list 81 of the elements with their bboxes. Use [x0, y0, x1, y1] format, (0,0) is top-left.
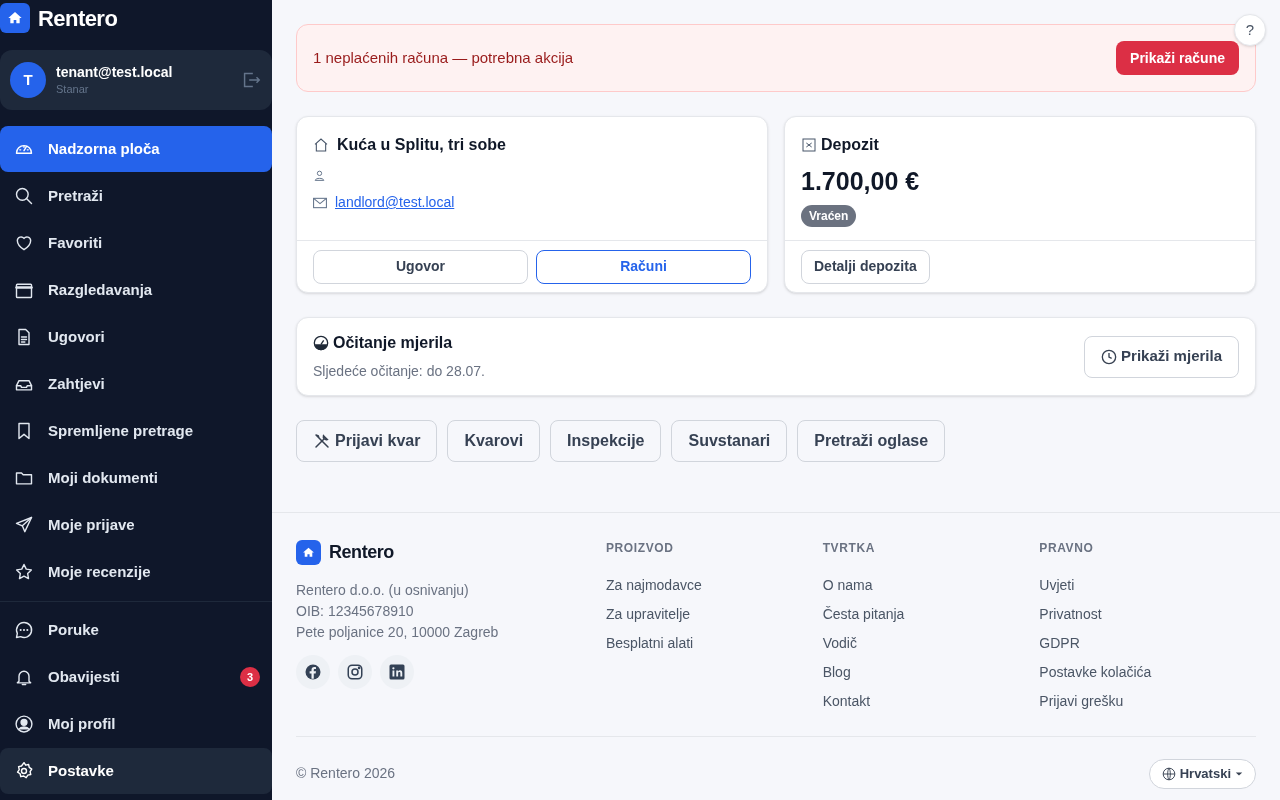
house-icon	[313, 137, 329, 153]
footer-heading: TVRTKA	[822, 540, 876, 557]
sidebar-item[interactable]: Favoriti	[0, 220, 272, 266]
landlord-email-link[interactable]: landlord@test.local	[335, 192, 455, 213]
property-title: Kuća u Splitu, tri sobe	[337, 135, 506, 155]
footer-link[interactable]: Kontakt	[822, 687, 871, 716]
sidebar-item[interactable]: Poruke	[0, 607, 272, 653]
sidebar-item[interactable]: Moji dokumenti	[0, 455, 272, 501]
alert-message: 1 neplaćenih računa — potrebna akcija	[313, 47, 574, 68]
user-email: tenant@test.local	[56, 62, 174, 81]
profile-icon	[14, 714, 34, 734]
star-icon	[14, 562, 34, 582]
deposit-title: Depozit	[821, 135, 879, 155]
language-selector[interactable]: Hrvatski	[1148, 758, 1256, 789]
linkedin-icon[interactable]	[380, 655, 414, 689]
clock-icon	[1101, 348, 1118, 365]
sidebar-item[interactable]: Ugovori	[0, 314, 272, 360]
gauge-icon	[313, 335, 329, 351]
company-info-line: Pete poljanice 20, 10000 Zagreb	[296, 623, 500, 642]
meter-title: Očitanje mjerila	[333, 333, 453, 353]
footer-brand[interactable]: Rentero	[329, 539, 394, 566]
show-invoices-button[interactable]: Prikaži račune	[1116, 41, 1239, 75]
company-info-line: Rentero d.o.o. (u osnivanju)	[296, 581, 470, 600]
footer-heading: PRAVNO	[1039, 540, 1095, 557]
sidebar-item[interactable]: Zahtjevi	[0, 361, 272, 407]
person-icon	[313, 169, 326, 182]
action-button[interactable]: Inspekcije	[550, 420, 662, 462]
globe-icon	[1161, 766, 1176, 781]
settings-icon	[14, 761, 34, 781]
footer-link[interactable]: Česta pitanja	[822, 600, 905, 629]
footer-link[interactable]: Uvjeti	[1039, 571, 1075, 600]
caret-icon	[1235, 769, 1243, 778]
sidebar-item[interactable]: Pretraži	[0, 173, 272, 219]
tools-icon	[313, 432, 331, 450]
footer-link[interactable]: O nama	[822, 571, 873, 600]
card-button[interactable]: Ugovor	[313, 249, 528, 284]
footer-link[interactable]: Za najmodavce	[606, 571, 702, 600]
card-button[interactable]: Računi	[536, 249, 751, 284]
brand-name[interactable]: Rentero	[38, 1, 118, 35]
chat-icon	[14, 620, 34, 640]
action-button[interactable]: Pretraži oglase	[797, 420, 946, 462]
sidebar-item[interactable]: Nadzorna ploča	[0, 126, 272, 172]
mail-icon	[313, 196, 327, 209]
footer-link[interactable]: Prijavi grešku	[1039, 687, 1124, 716]
copyright-text: © Rentero 2026	[296, 764, 396, 783]
help-button[interactable]: ?	[1234, 14, 1266, 46]
footer-link[interactable]: Vodič	[822, 629, 857, 658]
avatar: T	[10, 62, 46, 98]
action-button[interactable]: Suvstanari	[671, 420, 788, 462]
sidebar-item[interactable]: Obavijesti 3	[0, 654, 272, 700]
sidebar-item[interactable]: Moje prijave	[0, 502, 272, 548]
status-badge: Vraćen	[801, 204, 857, 227]
heart-icon	[14, 233, 34, 253]
sidebar-item[interactable]: Razgledavanja	[0, 267, 272, 313]
notification-badge: 3	[240, 667, 260, 687]
search-icon	[14, 186, 34, 206]
send-icon	[14, 515, 34, 535]
footer-link[interactable]: Blog	[822, 658, 851, 687]
sidebar-item[interactable]: Spremljene pretrage	[0, 408, 272, 454]
meter-subtitle: Sljedeće očitanje: do 28.07.	[313, 362, 485, 381]
instagram-icon[interactable]	[338, 655, 372, 689]
deposit-details-button[interactable]: Detalji depozita	[801, 249, 930, 284]
sidebar-item[interactable]: Postavke	[0, 748, 272, 794]
action-button[interactable]: Prijavi kvar	[296, 420, 438, 462]
footer-link[interactable]: Privatnost	[1039, 600, 1102, 629]
footer-link[interactable]: GDPR	[1039, 629, 1080, 658]
company-info-line: OIB: 12345678910	[296, 602, 415, 621]
footer-heading: PROIZVOD	[606, 540, 675, 557]
footer-link[interactable]: Za upravitelje	[606, 600, 691, 629]
logo-icon	[296, 540, 321, 565]
sidebar-item[interactable]: Moj profil	[0, 701, 272, 747]
show-meters-button[interactable]: Prikaži mjerila	[1084, 335, 1239, 378]
deposit-amount: 1.700,00 €	[801, 166, 920, 197]
logo-icon	[0, 3, 30, 33]
footer-link[interactable]: Postavke kolačića	[1039, 658, 1152, 687]
calendar-icon	[14, 280, 34, 300]
sidebar-item[interactable]: Moje recenzije	[0, 549, 272, 595]
user-role: Stanar	[56, 81, 90, 97]
action-button[interactable]: Kvarovi	[447, 420, 541, 462]
facebook-icon[interactable]	[296, 655, 330, 689]
footer-link[interactable]: Besplatni alati	[606, 629, 694, 658]
